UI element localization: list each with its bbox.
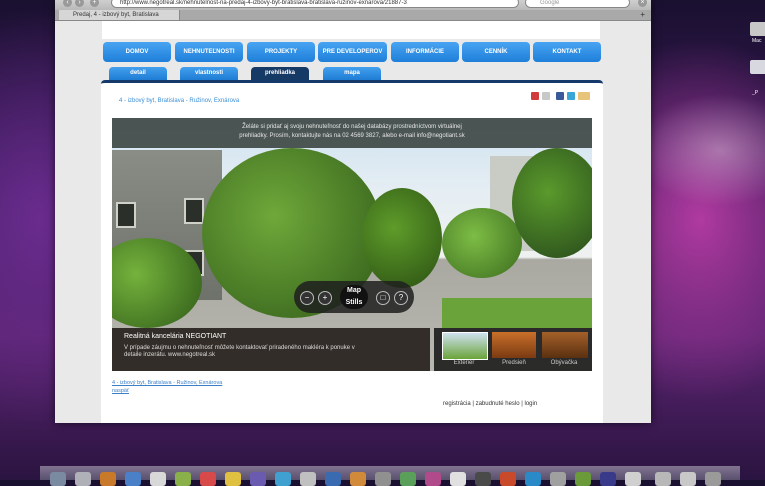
dock-app-icon[interactable] — [275, 472, 291, 486]
zoom-out-button[interactable]: − — [300, 291, 314, 305]
banner-line-1: Želáte si pridať aj svoju nehnuteľnosť d… — [242, 124, 462, 130]
dock-app-icon[interactable] — [525, 472, 541, 486]
email-icon[interactable] — [578, 92, 590, 100]
facebook-icon[interactable] — [556, 92, 564, 100]
dock-app-icon[interactable] — [400, 472, 416, 486]
bottom-links: 4 - izbový byt, Bratislava - Ružinov, Ex… — [112, 379, 222, 395]
map-stills-toggle[interactable]: Map Stills — [340, 285, 368, 309]
dock-app-icon[interactable] — [600, 472, 616, 486]
tab-bar: Predaj, 4 - izbový byt, Bratislava + — [55, 10, 651, 21]
browser-tab[interactable]: Predaj, 4 - izbový byt, Bratislava — [59, 10, 180, 20]
browser-window: ‹ › + http://www.negotreal.sk/nehnutelno… — [55, 0, 651, 423]
help-button[interactable]: ? — [394, 291, 408, 305]
forward-button[interactable]: › — [75, 0, 84, 7]
dock-app-icon[interactable] — [550, 472, 566, 486]
footer-links[interactable]: registrácia | zabudnuté heslo | login — [443, 401, 537, 407]
thumb-label: Obývačka — [550, 360, 578, 366]
menu-nehnutelnosti[interactable]: NEHNUTEĽNOSTI — [175, 42, 243, 62]
folder-icon[interactable] — [750, 60, 765, 74]
back-link[interactable]: naspäť — [112, 387, 222, 395]
dock-app-icon[interactable] — [500, 472, 516, 486]
dock-app-icon[interactable] — [225, 472, 241, 486]
menu-domov[interactable]: DOMOV — [103, 42, 171, 62]
dock-app-icon[interactable] — [325, 472, 341, 486]
desktop-label: _P — [752, 90, 759, 96]
safari-icon[interactable] — [125, 472, 141, 486]
hard-drive-icon[interactable] — [750, 22, 765, 36]
add-tab-icon[interactable]: + — [90, 0, 99, 7]
tree-shape — [512, 148, 592, 258]
title-link[interactable]: 4 - izbový byt, Bratislava - Ružinov, Ex… — [112, 379, 222, 387]
thumb-exterier[interactable] — [442, 332, 488, 360]
virtual-tour-viewer[interactable]: Želáte si pridať aj svoju nehnuteľnosť d… — [112, 118, 592, 371]
tab-detail[interactable]: detail — [109, 67, 167, 80]
window-shape — [116, 202, 136, 228]
dock-app-icon[interactable] — [175, 472, 191, 486]
dock-app-icon[interactable] — [625, 472, 641, 486]
pdf-icon[interactable] — [531, 92, 539, 100]
trash-icon[interactable] — [705, 472, 721, 486]
banner-line-2: prehliadky. Prosím, kontaktujte nás na 0… — [239, 133, 465, 139]
agency-text: V prípade záujmu o nehnuteľnosť môžete k… — [124, 345, 355, 358]
lawn-shape — [442, 298, 592, 328]
downloads-icon[interactable] — [680, 472, 696, 486]
thumb-label: Predsieň — [502, 360, 526, 366]
new-tab-button[interactable]: + — [640, 10, 645, 20]
search-input[interactable]: Google — [525, 0, 630, 8]
back-button[interactable]: ‹ — [63, 0, 72, 7]
agency-title: Realitná kancelária NEGOTIANT — [124, 333, 227, 340]
menu-pre-developerov[interactable]: PRE DEVELOPEROV — [318, 42, 387, 62]
dock-app-icon[interactable] — [450, 472, 466, 486]
thumb-label: Exteriér — [453, 360, 475, 366]
dock-app-icon[interactable] — [575, 472, 591, 486]
dock-app-icon[interactable] — [75, 472, 91, 486]
finder-icon[interactable] — [50, 472, 66, 486]
address-bar[interactable]: http://www.negotreal.sk/nehnutelnost-na-… — [111, 0, 519, 8]
dock-app-icon[interactable] — [150, 472, 166, 486]
window-shape — [184, 198, 204, 224]
dock-app-icon[interactable] — [250, 472, 266, 486]
tab-vlastnosti[interactable]: vlastnosti — [180, 67, 238, 80]
content-panel: 4 - izbový byt, Bratislava - Ružinov, Ex… — [101, 80, 603, 423]
menu-cennik[interactable]: CENNÍK — [462, 42, 530, 62]
documents-icon[interactable] — [655, 472, 671, 486]
stills-button[interactable]: Stills — [340, 297, 368, 309]
zoom-in-button[interactable]: + — [318, 291, 332, 305]
dock-app-icon[interactable] — [475, 472, 491, 486]
thumb-predsien[interactable] — [492, 332, 536, 358]
tree-shape — [362, 188, 442, 288]
menu-projekty[interactable]: PROJEKTY — [247, 42, 315, 62]
web-page: DOMOV NEHNUTEĽNOSTI PROJEKTY PRE DEVELOP… — [55, 21, 651, 423]
agency-info-panel: Realitná kancelária NEGOTIANT V prípade … — [112, 328, 430, 371]
fullscreen-icon[interactable]: □ — [376, 291, 390, 305]
dock-app-icon[interactable] — [200, 472, 216, 486]
print-icon[interactable] — [542, 92, 550, 100]
close-icon[interactable]: × — [638, 0, 647, 7]
dock-app-icon[interactable] — [350, 472, 366, 486]
map-button[interactable]: Map — [340, 285, 368, 297]
tab-prehliadka[interactable]: prehliadka — [251, 67, 309, 80]
viewer-controls: − + Map Stills □ ? — [294, 281, 414, 313]
menu-informacie[interactable]: INFORMÁCIE — [391, 42, 459, 62]
desktop-label: Mac — [752, 38, 762, 44]
menu-kontakt[interactable]: KONTAKT — [533, 42, 601, 62]
header-strip — [102, 21, 600, 39]
scene-thumbnails: Exteriér Predsieň Obývačka — [434, 328, 592, 371]
twitter-icon[interactable] — [567, 92, 575, 100]
tab-mapa[interactable]: mapa — [323, 67, 381, 80]
thumb-obyvacka[interactable] — [542, 332, 588, 358]
dock-app-icon[interactable] — [100, 472, 116, 486]
tree-shape — [442, 208, 522, 278]
promo-banner: Želáte si pridať aj svoju nehnuteľnosť d… — [112, 118, 592, 148]
page-title: 4 - izbový byt, Bratislava - Ružinov, Ex… — [119, 98, 240, 104]
browser-toolbar: ‹ › + http://www.negotreal.sk/nehnutelno… — [55, 0, 651, 10]
dock-app-icon[interactable] — [375, 472, 391, 486]
dock-app-icon[interactable] — [300, 472, 316, 486]
dock-app-icon[interactable] — [425, 472, 441, 486]
